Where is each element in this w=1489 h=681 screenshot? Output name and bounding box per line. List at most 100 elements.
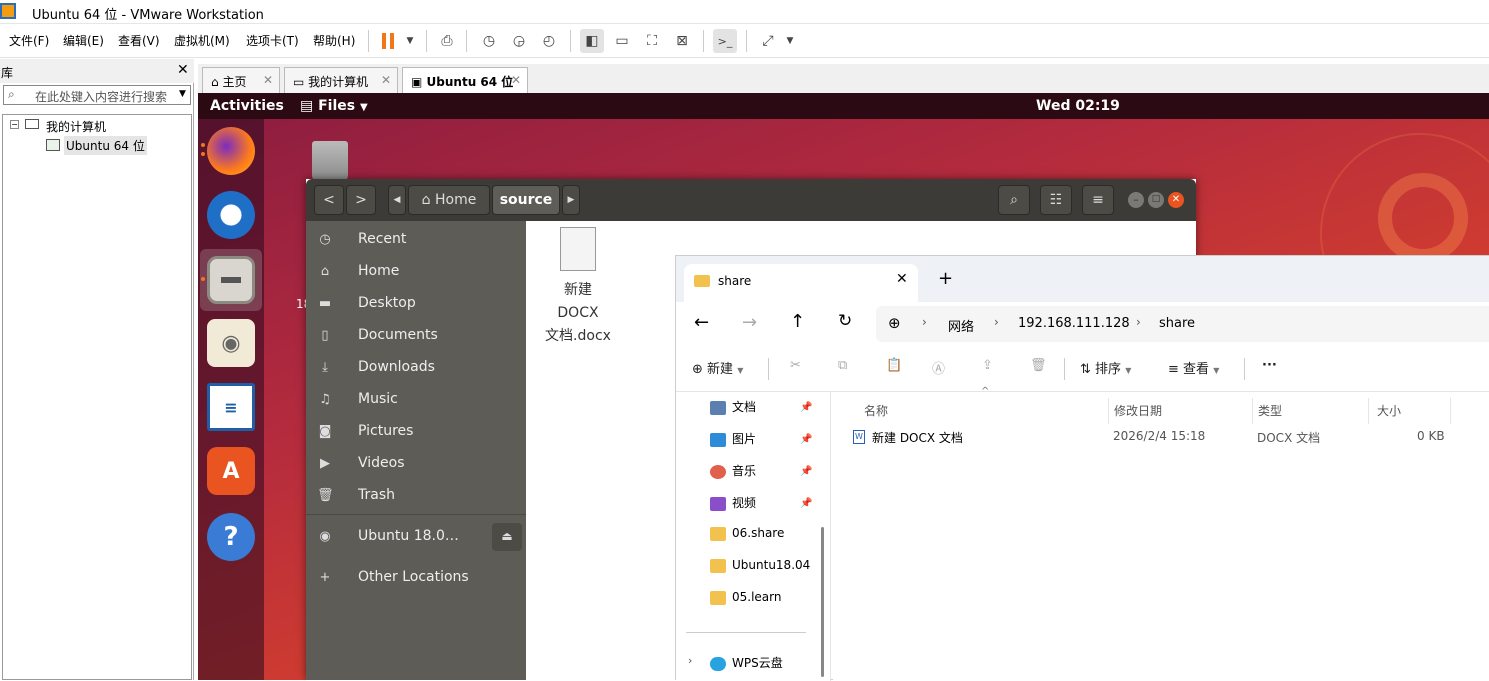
path-current[interactable]: source	[492, 185, 560, 215]
address-bar[interactable]: ⊕ › 网络 › 192.168.111.128 › share	[876, 306, 1489, 342]
chevron-right-icon[interactable]: ›	[688, 654, 692, 667]
breadcrumb-network[interactable]: 网络	[948, 316, 974, 335]
power-dropdown[interactable]: ▼	[398, 29, 422, 53]
thumbnail-bar-button[interactable]: ▭	[610, 29, 634, 53]
delete-button[interactable]: 🗑	[1030, 358, 1047, 373]
console-button[interactable]: >_	[713, 29, 737, 53]
back-button[interactable]: ←	[694, 312, 709, 333]
breadcrumb-share[interactable]: share	[1159, 316, 1195, 331]
rhythmbox-icon[interactable]: ◉	[207, 319, 255, 367]
pin-icon[interactable]: 📌	[800, 466, 812, 477]
close-icon[interactable]: ✕	[177, 62, 189, 78]
sidebar-item-documents[interactable]: ▯ Documents	[306, 320, 526, 352]
stretch-button[interactable]: ⤢	[756, 29, 780, 53]
nav-item-music[interactable]: 音乐	[710, 462, 756, 484]
tab-ubuntu[interactable]: ▣ Ubuntu 64 位 ✕	[402, 67, 528, 93]
tab-my-computer[interactable]: ▭ 我的计算机 ✕	[284, 67, 398, 93]
path-scroll-right[interactable]: ▶	[562, 185, 580, 215]
new-button[interactable]: ⊕ 新建 ▼	[692, 358, 743, 377]
explorer-file-list[interactable]: ^ 名称 修改日期 类型 大小 W 新建 DOCX 文档 2026/2/4 15…	[833, 386, 1489, 681]
column-type[interactable]: 类型	[1253, 398, 1369, 424]
path-home[interactable]: ⌂ Home	[408, 185, 490, 215]
menu-button[interactable]: ≡	[1082, 185, 1114, 215]
paste-button[interactable]: 📋	[886, 358, 902, 373]
nav-item-wps-cloud[interactable]: WPS云盘	[710, 654, 783, 676]
sidebar-item-music[interactable]: ♫ Music	[306, 384, 526, 416]
activities-button[interactable]: Activities	[210, 98, 284, 114]
sidebar-item-trash[interactable]: 🗑 Trash	[306, 480, 526, 512]
snapshot-button[interactable]: ◷	[477, 29, 501, 53]
back-button[interactable]: <	[314, 185, 344, 215]
breadcrumb-host[interactable]: 192.168.111.128	[1018, 316, 1130, 331]
tab-home[interactable]: ⌂ 主页 ✕	[202, 67, 280, 93]
menu-file[interactable]: 文件(F)	[9, 32, 49, 49]
cut-button[interactable]: ✂	[790, 358, 801, 373]
forward-button[interactable]: >	[346, 185, 376, 215]
menu-tabs[interactable]: 选项卡(T)	[246, 32, 299, 49]
forward-button[interactable]: →	[742, 312, 757, 333]
nav-item-ubuntu1804[interactable]: Ubuntu18.04	[710, 558, 810, 580]
close-icon[interactable]: ✕	[896, 271, 908, 287]
nav-scrollbar[interactable]	[821, 527, 824, 677]
view-button[interactable]: ≡ 查看 ▼	[1168, 358, 1219, 377]
pause-button[interactable]	[376, 29, 400, 53]
refresh-button[interactable]: ↻	[838, 311, 852, 331]
sidebar-item-videos[interactable]: ▶ Videos	[306, 448, 526, 480]
close-button[interactable]: ✕	[1168, 192, 1184, 208]
sidebar-item-downloads[interactable]: ⤓ Downloads	[306, 352, 526, 384]
nav-item-06-share[interactable]: 06.share	[710, 526, 784, 548]
tree-item-my-computer[interactable]: 我的计算机	[46, 118, 106, 135]
menu-vm[interactable]: 虚拟机(M)	[174, 32, 230, 49]
eject-button[interactable]: ⏏	[492, 523, 522, 551]
menu-help[interactable]: 帮助(H)	[313, 32, 355, 49]
document-icon[interactable]	[560, 227, 596, 271]
fullscreen-button[interactable]: ⛶	[640, 29, 664, 53]
share-button[interactable]: ⇪	[982, 358, 993, 373]
pin-icon[interactable]: 📌	[800, 402, 812, 413]
revert-snapshot-button[interactable]: ◶	[507, 29, 531, 53]
path-scroll-left[interactable]: ◀	[388, 185, 406, 215]
chevron-down-icon[interactable]: ▼	[179, 89, 186, 99]
explorer-tab[interactable]: share ✕	[684, 264, 918, 302]
sidebar-item-desktop[interactable]: ▬ Desktop	[306, 288, 526, 320]
sidebar-item-home[interactable]: ⌂ Home	[306, 256, 526, 288]
up-button[interactable]: ↑	[790, 311, 805, 332]
help-icon[interactable]: ?	[207, 513, 255, 561]
library-toggle-button[interactable]: ◧	[580, 29, 604, 53]
firefox-icon[interactable]	[207, 127, 255, 175]
library-search-input[interactable]: ⌕ 在此处键入内容进行搜索 ▼	[3, 85, 191, 105]
nav-item-videos[interactable]: 视频	[710, 494, 756, 516]
clock[interactable]: Wed 02:19	[1036, 98, 1120, 114]
tree-item-ubuntu[interactable]: Ubuntu 64 位	[64, 136, 147, 155]
view-options-button[interactable]: ☷	[1040, 185, 1072, 215]
libreoffice-writer-icon[interactable]: ≡	[207, 383, 255, 431]
sidebar-item-recent[interactable]: ◷ Recent	[306, 224, 526, 256]
snapshot-manager-button[interactable]: ◴	[537, 29, 561, 53]
files-icon[interactable]	[207, 256, 255, 304]
close-icon[interactable]: ✕	[263, 73, 273, 87]
minimize-button[interactable]: –	[1128, 192, 1144, 208]
unity-button[interactable]: ⊠	[670, 29, 694, 53]
nav-item-pictures[interactable]: 图片	[710, 430, 756, 452]
files-app-menu[interactable]: ▤ Files ▼	[300, 98, 368, 114]
column-size[interactable]: 大小	[1369, 398, 1451, 424]
menu-edit[interactable]: 编辑(E)	[63, 32, 104, 49]
nav-item-05-learn[interactable]: 05.learn	[710, 590, 781, 612]
maximize-button[interactable]: □	[1148, 192, 1164, 208]
trash-desktop-icon[interactable]	[312, 141, 348, 183]
pin-icon[interactable]: 📌	[800, 434, 812, 445]
pin-icon[interactable]: 📌	[800, 498, 812, 509]
sidebar-item-other-locations[interactable]: + Other Locations	[306, 562, 526, 594]
sort-button[interactable]: ⇅ 排序 ▼	[1080, 358, 1131, 377]
stretch-dropdown[interactable]: ▼	[778, 29, 802, 53]
software-center-icon[interactable]: A	[207, 447, 255, 495]
sidebar-item-pictures[interactable]: ◙ Pictures	[306, 416, 526, 448]
nav-item-documents[interactable]: 文档	[710, 398, 756, 420]
send-ctrl-alt-del-button[interactable]: ⎙	[435, 29, 459, 53]
more-button[interactable]: ···	[1262, 358, 1277, 373]
rename-button[interactable]: Ⓐ	[932, 358, 945, 377]
column-name[interactable]: 名称	[833, 398, 1109, 424]
close-icon[interactable]: ✕	[511, 73, 521, 87]
search-button[interactable]: ⌕	[998, 185, 1030, 215]
close-icon[interactable]: ✕	[381, 73, 391, 87]
